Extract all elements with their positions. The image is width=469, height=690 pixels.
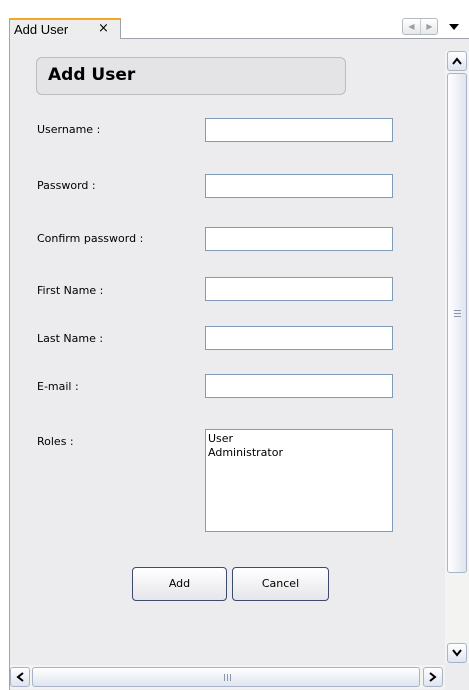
last-name-field[interactable]	[205, 326, 393, 350]
roles-listbox[interactable]: User Administrator	[205, 429, 393, 532]
close-icon[interactable]: ×	[98, 21, 109, 37]
horizontal-scrollbar[interactable]	[10, 665, 445, 689]
chevron-left-icon[interactable]: ◀	[403, 19, 421, 34]
first-name-label: First Name :	[37, 284, 104, 297]
username-field[interactable]	[205, 118, 393, 142]
scroll-left-button[interactable]	[10, 667, 30, 687]
scroll-right-button[interactable]	[423, 667, 443, 687]
chevron-down-icon[interactable]	[446, 21, 462, 33]
scroll-grip-icon	[224, 674, 231, 681]
arrow-down-icon	[452, 649, 462, 657]
cancel-button[interactable]: Cancel	[232, 567, 329, 601]
last-name-label: Last Name :	[37, 332, 104, 345]
tab-navigation: ◀ ▶	[402, 18, 438, 35]
form-title-box: Add User	[36, 57, 346, 95]
role-option-administrator[interactable]: Administrator	[208, 446, 392, 460]
roles-label: Roles :	[37, 435, 74, 448]
tab-add-user[interactable]: Add User ×	[9, 18, 121, 39]
editor-tab-strip: Add User × ◀ ▶	[0, 0, 469, 39]
first-name-field[interactable]	[205, 277, 393, 301]
email-label: E-mail :	[37, 380, 79, 393]
arrow-right-icon	[429, 672, 437, 682]
add-button[interactable]: Add	[132, 567, 227, 601]
chevron-right-icon[interactable]: ▶	[421, 19, 438, 34]
password-field[interactable]	[205, 174, 393, 198]
horizontal-scroll-thumb[interactable]	[32, 667, 420, 687]
tab-label: Add User	[14, 22, 69, 37]
scrollbar-corner	[445, 665, 469, 689]
arrow-up-icon	[452, 57, 462, 65]
scroll-up-button[interactable]	[447, 51, 467, 71]
add-user-panel: Add User Username : Password : Confirm p…	[9, 38, 469, 690]
password-label: Password :	[37, 179, 96, 192]
username-label: Username :	[37, 123, 101, 136]
vertical-scroll-thumb[interactable]	[447, 73, 467, 573]
confirm-password-field[interactable]	[205, 227, 393, 251]
email-field[interactable]	[205, 374, 393, 398]
arrow-left-icon	[16, 672, 24, 682]
vertical-scrollbar[interactable]	[445, 51, 469, 663]
scroll-down-button[interactable]	[447, 643, 467, 663]
scroll-grip-icon	[454, 310, 461, 317]
confirm-password-label: Confirm password :	[37, 232, 144, 245]
page-title: Add User	[48, 65, 136, 85]
role-option-user[interactable]: User	[208, 432, 392, 446]
